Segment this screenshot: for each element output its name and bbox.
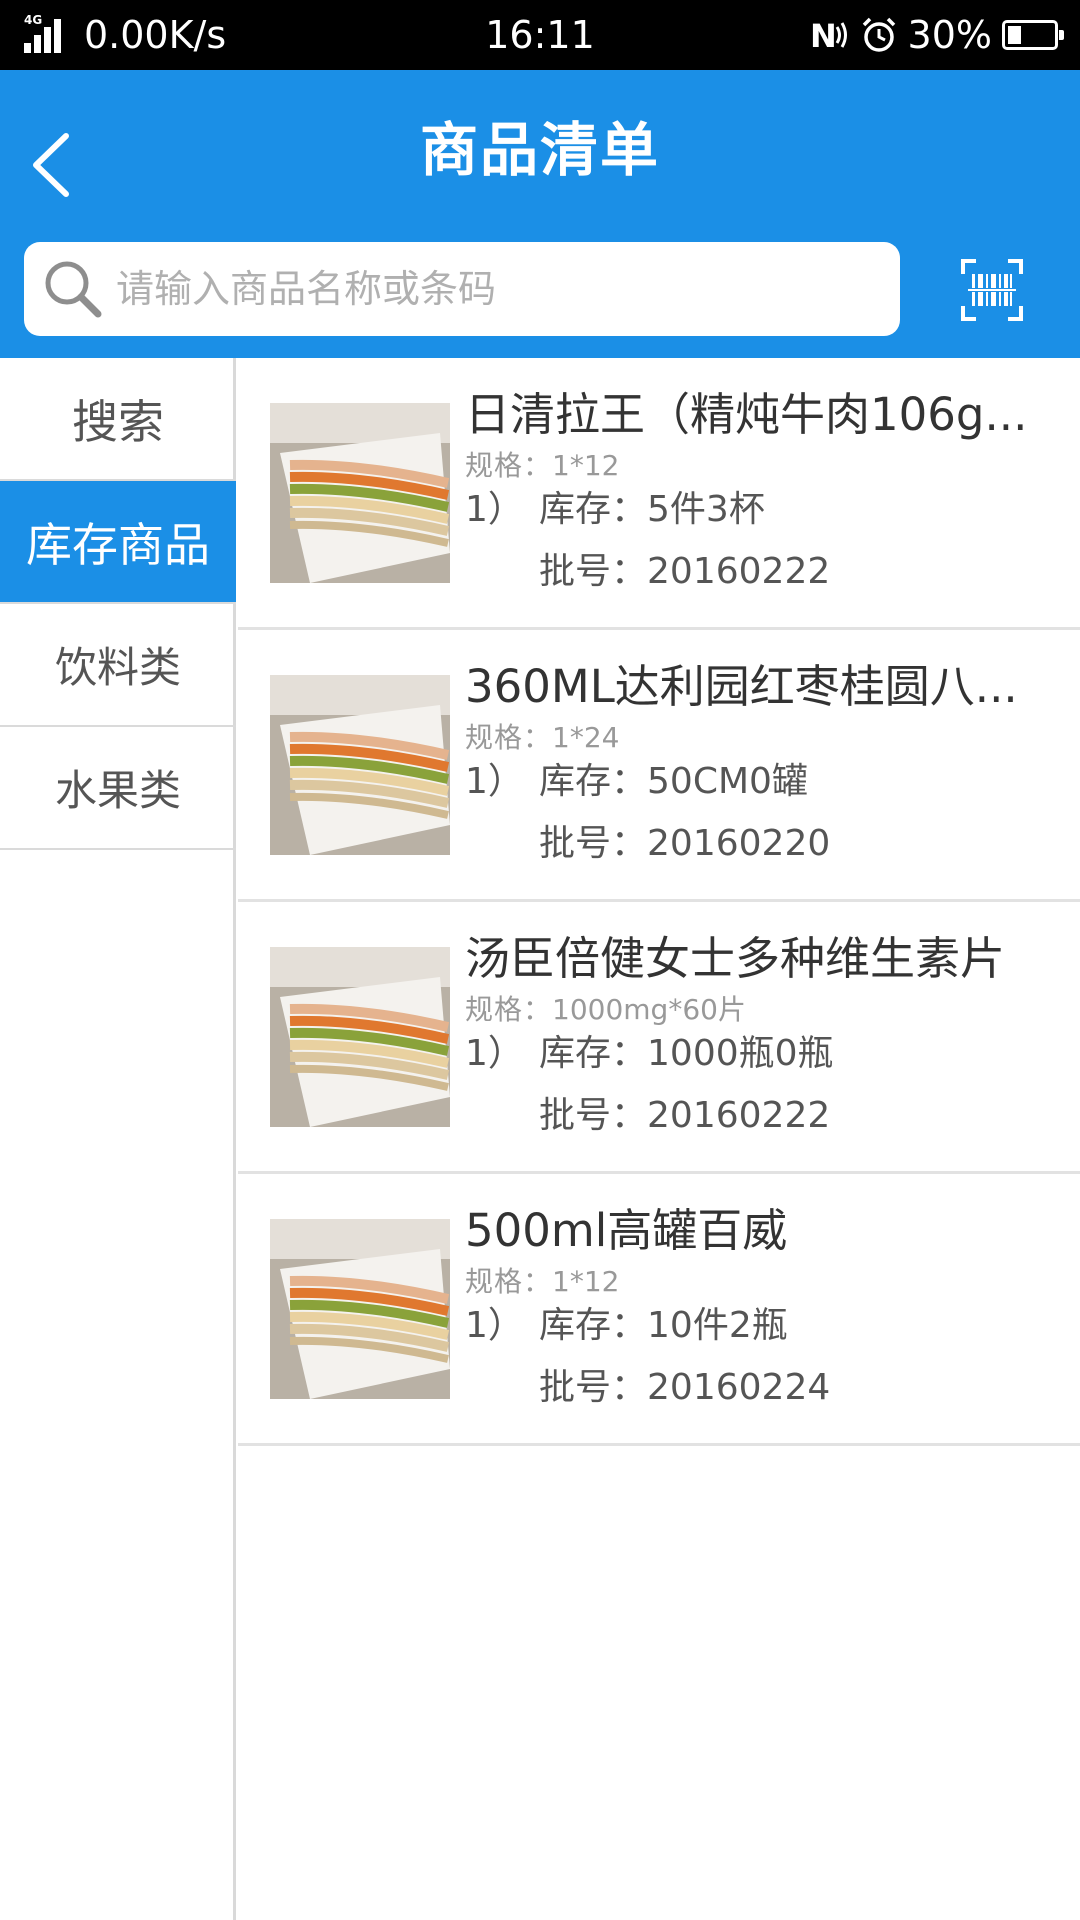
battery-icon <box>1002 20 1064 50</box>
stock-index: 1） <box>465 489 524 530</box>
sidebar-item-fruits[interactable]: 水果类 <box>0 727 236 850</box>
stock-index: 1） <box>465 1033 524 1074</box>
product-item[interactable]: 日清拉王（精炖牛肉106g... 规格：1*12 1） 库存：5件3杯 批号：20… <box>238 358 1080 630</box>
stock-index: 1） <box>465 1305 524 1346</box>
product-item[interactable]: 500ml高罐百威 规格：1*12 1） 库存：10件2瓶 批号：20160224 <box>238 1174 1080 1446</box>
spec-value: 1*12 <box>552 1265 620 1298</box>
stock-label: 库存： <box>539 1305 648 1346</box>
product-list: 日清拉王（精炖牛肉106g... 规格：1*12 1） 库存：5件3杯 批号：20… <box>238 358 1080 1920</box>
product-item[interactable]: 360ML达利园红枣桂圆八... 规格：1*24 1） 库存：50CM0罐 批号：… <box>238 630 1080 902</box>
product-spec: 规格：1*12 <box>465 444 619 484</box>
batch-value: 20160222 <box>647 551 831 592</box>
product-thumbnail <box>270 403 450 583</box>
network-type: 4G <box>24 13 43 27</box>
product-spec: 规格：1*12 <box>465 1260 619 1300</box>
stock-label: 库存： <box>539 489 648 530</box>
stock-label: 库存： <box>539 761 648 802</box>
spec-label: 规格： <box>465 721 553 754</box>
stock-value: 5件3杯 <box>647 489 765 530</box>
product-name: 汤臣倍健女士多种维生素片 <box>465 932 1006 985</box>
spec-value: 1000mg*60片 <box>552 993 746 1026</box>
svg-text:N: N <box>810 17 837 53</box>
alarm-icon <box>860 16 898 54</box>
product-spec: 规格：1000mg*60片 <box>465 988 746 1028</box>
batch-label: 批号： <box>539 1095 648 1136</box>
clock: 16:11 <box>485 13 595 57</box>
batch-value: 20160224 <box>647 1367 831 1408</box>
product-thumbnail <box>270 675 450 855</box>
spec-value: 1*12 <box>552 449 620 482</box>
sidebar-item-label: 搜索 <box>72 394 164 449</box>
batch-label: 批号： <box>539 551 648 592</box>
back-button[interactable] <box>16 110 86 220</box>
product-thumbnail <box>270 947 450 1127</box>
scan-button[interactable] <box>956 250 1028 330</box>
product-stock: 1） 库存：10件2瓶 <box>465 1296 788 1348</box>
category-sidebar: 搜索 库存商品 饮料类 水果类 <box>0 358 236 1920</box>
search-box[interactable] <box>24 242 900 336</box>
network-speed: 0.00K/s <box>84 13 227 57</box>
product-batch: 批号：20160220 <box>539 814 830 866</box>
product-batch: 批号：20160222 <box>539 542 830 594</box>
sidebar-item-label: 饮料类 <box>54 643 181 692</box>
sidebar-item-label: 库存商品 <box>26 517 210 572</box>
stock-value: 50CM0罐 <box>647 761 808 802</box>
stock-value: 1000瓶0瓶 <box>647 1033 834 1074</box>
sidebar-item-search[interactable]: 搜索 <box>0 358 236 481</box>
nfc-icon: N <box>810 17 850 53</box>
product-stock: 1） 库存：50CM0罐 <box>465 752 808 804</box>
product-name: 日清拉王（精炖牛肉106g... <box>465 388 1028 441</box>
battery-percent: 30% <box>907 13 992 57</box>
search-input[interactable] <box>114 249 900 329</box>
stock-index: 1） <box>465 761 524 802</box>
product-thumbnail <box>270 1219 450 1399</box>
batch-value: 20160220 <box>647 823 831 864</box>
barcode-scan-icon <box>961 259 1023 321</box>
product-batch: 批号：20160222 <box>539 1086 830 1138</box>
stock-label: 库存： <box>539 1033 648 1074</box>
sidebar-item-beverages[interactable]: 饮料类 <box>0 604 236 727</box>
sidebar-item-stock-goods[interactable]: 库存商品 <box>0 481 236 604</box>
product-name: 500ml高罐百威 <box>465 1204 788 1257</box>
status-left: 4G 0.00K/s <box>24 0 226 70</box>
product-item[interactable]: 汤臣倍健女士多种维生素片 规格：1000mg*60片 1） 库存：1000瓶0瓶 … <box>238 902 1080 1174</box>
product-stock: 1） 库存：5件3杯 <box>465 480 765 532</box>
product-name: 360ML达利园红枣桂圆八... <box>465 660 1018 713</box>
stock-value: 10件2瓶 <box>647 1305 788 1346</box>
batch-label: 批号： <box>539 1367 648 1408</box>
batch-value: 20160222 <box>647 1095 831 1136</box>
spec-label: 规格： <box>465 449 553 482</box>
product-batch: 批号：20160224 <box>539 1358 830 1410</box>
chevron-left-icon <box>33 133 69 197</box>
signal-icon: 4G <box>24 13 68 55</box>
spec-value: 1*24 <box>552 721 620 754</box>
status-right: N 30% <box>810 0 1064 70</box>
spec-label: 规格： <box>465 1265 553 1298</box>
search-icon <box>38 254 108 324</box>
sidebar-item-label: 水果类 <box>54 766 181 815</box>
page-title: 商品清单 <box>419 116 660 184</box>
status-bar: 4G 0.00K/s 16:11 N 30% <box>0 0 1080 70</box>
product-stock: 1） 库存：1000瓶0瓶 <box>465 1024 834 1076</box>
app-header: 商品清单 <box>0 70 1080 358</box>
spec-label: 规格： <box>465 993 553 1026</box>
product-spec: 规格：1*24 <box>465 716 619 756</box>
batch-label: 批号： <box>539 823 648 864</box>
